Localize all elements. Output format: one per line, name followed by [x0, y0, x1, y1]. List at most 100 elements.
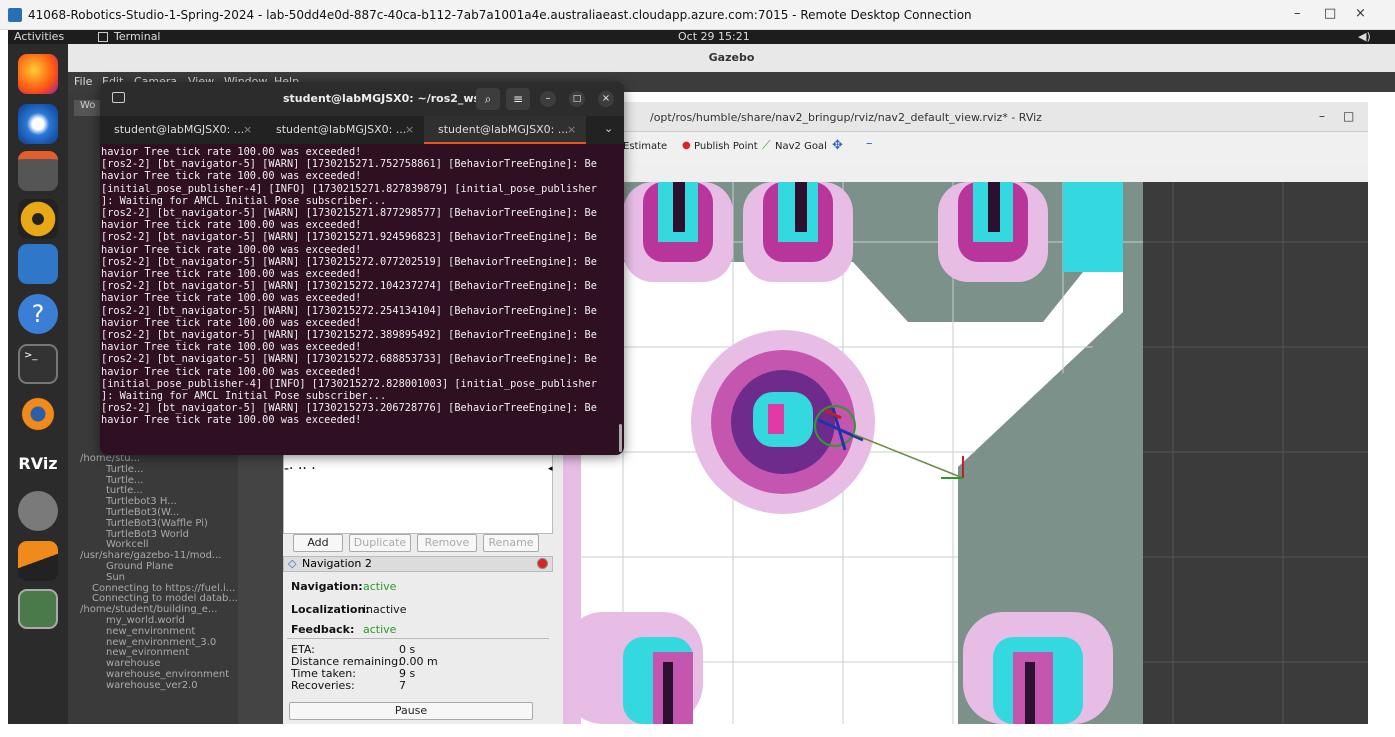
- terminal-icon: [98, 32, 108, 42]
- tree-item[interactable]: Turtle...: [76, 475, 238, 487]
- volume-icon[interactable]: ◀): [1358, 30, 1371, 43]
- terminal-line: [initial_pose_publisher-4] [INFO] [17302…: [101, 182, 597, 195]
- terminal-line: havior Tree tick rate 100.00 was exceede…: [101, 170, 362, 183]
- localization-label: Localization:: [291, 603, 370, 616]
- feedback-status: active: [363, 623, 397, 636]
- terminal-tab-3[interactable]: student@labMGJSX0: ... ×: [424, 116, 586, 144]
- terminal-line: havior Tree tick rate 100.00 was exceede…: [101, 268, 362, 281]
- nav2-goal-icon: ⟋: [762, 138, 771, 152]
- divider: [287, 638, 549, 639]
- rhythmbox-icon[interactable]: [18, 199, 58, 239]
- rviz-maximize-button[interactable]: □: [1343, 109, 1354, 123]
- localization-status: inactive: [363, 603, 407, 616]
- collapse-arrow-icon[interactable]: ◂: [548, 464, 553, 474]
- activities-button[interactable]: Activities: [14, 30, 64, 43]
- tree-item[interactable]: TurtleBot3(Waffle Pi): [76, 518, 238, 530]
- active-app-label[interactable]: Terminal: [114, 30, 161, 43]
- tree-item[interactable]: warehouse_ver2.0: [76, 680, 238, 692]
- map-pin-icon: ●: [682, 140, 691, 151]
- rdp-app-icon: [8, 7, 22, 22]
- dock: ? >_ RViz: [8, 44, 68, 724]
- files-icon[interactable]: [18, 151, 58, 191]
- terminal-line: [ros2-2] [bt_navigator-5] [WARN] [173021…: [101, 304, 597, 317]
- tab-close-icon[interactable]: ×: [567, 116, 576, 144]
- terminal-line: ]: Waiting for AMCL Initial Pose subscri…: [101, 390, 387, 403]
- zoom-icon[interactable]: –: [866, 136, 873, 151]
- displays-tree[interactable]: -· ·· ·: [283, 454, 553, 534]
- tab-close-icon[interactable]: ×: [405, 116, 414, 144]
- firefox-icon[interactable]: [18, 54, 58, 94]
- terminal-line: [ros2-2] [bt_navigator-5] [WARN] [173021…: [101, 353, 597, 366]
- tabs-dropdown-icon[interactable]: ⌄: [604, 122, 613, 135]
- clock[interactable]: Oct 29 15:21: [678, 30, 750, 43]
- rdp-title: 41068-Robotics-Studio-1-Spring-2024 - la…: [28, 7, 972, 22]
- terminal-tab-2[interactable]: student@labMGJSX0: ... ×: [262, 116, 424, 144]
- nav2-goal-tool[interactable]: Nav2 Goal: [775, 141, 827, 152]
- blender-icon[interactable]: [18, 394, 58, 434]
- tree-item[interactable]: TurtleBot3 World: [76, 529, 238, 541]
- model-tree: /home/stu... Turtle... Turtle... turtle... T…: [76, 453, 238, 692]
- minimize-button[interactable]: –: [1294, 6, 1301, 21]
- duplicate-button[interactable]: Duplicate: [349, 534, 411, 552]
- gazebo-dock-icon[interactable]: [18, 541, 58, 581]
- menu-file[interactable]: File: [74, 75, 92, 88]
- pause-button[interactable]: Pause: [289, 702, 533, 720]
- rviz-minimize-button[interactable]: –: [1319, 109, 1325, 123]
- navigation-label: Navigation:: [291, 580, 363, 593]
- tree-marks: -· ·· ·: [284, 461, 316, 477]
- terminal-output[interactable]: havior Tree tick rate 100.00 was exceede…: [100, 144, 618, 455]
- tree-item[interactable]: Sun: [76, 572, 238, 584]
- move-camera-icon[interactable]: ✥: [832, 138, 843, 153]
- terminal-title: student@labMGJSX0: ~/ros2_ws: [283, 92, 481, 105]
- close-button[interactable]: ×: [1355, 6, 1366, 21]
- terminal-minimize-button[interactable]: –: [540, 91, 556, 107]
- feedback-label: Feedback:: [291, 623, 355, 636]
- tab-close-icon[interactable]: ×: [243, 116, 252, 144]
- terminal-line: ]: Waiting for AMCL Initial Pose subscri…: [101, 194, 387, 207]
- nav2-panel-title: Navigation 2: [302, 557, 372, 570]
- terminal-scrollbar[interactable]: [619, 424, 622, 452]
- tree-item[interactable]: Ground Plane: [76, 561, 238, 573]
- maximize-button[interactable]: □: [1324, 6, 1336, 21]
- terminal-line: [initial_pose_publisher-4] [INFO] [17302…: [101, 377, 597, 390]
- tree-item[interactable]: Turtle...: [76, 464, 238, 476]
- terminal-close-button[interactable]: ×: [598, 91, 614, 107]
- publish-point-tool[interactable]: Publish Point: [694, 141, 758, 152]
- tab-label: student@labMGJSX0: ...: [114, 123, 245, 136]
- tree-item[interactable]: new_environment: [76, 626, 238, 638]
- costmap-canvas[interactable]: [563, 182, 1368, 724]
- remove-button[interactable]: Remove: [417, 534, 477, 552]
- rviz-title: /opt/ros/humble/share/nav2_bringup/rviz/…: [650, 111, 1042, 124]
- hamburger-menu-icon[interactable]: ≡: [506, 88, 530, 110]
- terminal-line: [ros2-2] [bt_navigator-5] [WARN] [173021…: [101, 207, 597, 220]
- search-icon[interactable]: ⌕: [476, 88, 500, 110]
- trash-icon[interactable]: [18, 589, 58, 629]
- rviz-3d-view[interactable]: [563, 182, 1368, 724]
- terminal-window: student@labMGJSX0: ~/ros2_ws ⌕ ≡ – □ × s…: [100, 82, 624, 455]
- terminal-line: havior Tree tick rate 100.00 was exceede…: [101, 243, 362, 256]
- terminal-line: havior Tree tick rate 100.00 was exceede…: [101, 316, 362, 329]
- help-icon[interactable]: ?: [18, 294, 58, 334]
- terminal-dock-icon[interactable]: >_: [18, 344, 58, 384]
- terminal-maximize-button[interactable]: □: [569, 91, 585, 107]
- writer-icon[interactable]: [18, 244, 58, 284]
- panel-close-icon[interactable]: [537, 558, 548, 569]
- terminal-tab-1[interactable]: student@labMGJSX0: ... ×: [100, 116, 262, 144]
- tree-item[interactable]: /home/stu...: [76, 453, 238, 465]
- terminal-line: [ros2-2] [bt_navigator-5] [WARN] [173021…: [101, 158, 597, 171]
- pose-estimate-tool[interactable]: Estimate: [623, 141, 667, 152]
- terminal-tabs: student@labMGJSX0: ... × student@labMGJSX…: [100, 116, 624, 144]
- rviz-dock-icon[interactable]: RViz: [18, 444, 58, 484]
- gazebo-title: Gazebo: [708, 51, 755, 64]
- rename-button[interactable]: Rename: [483, 534, 539, 552]
- terminal-line: havior Tree tick rate 100.00 was exceede…: [101, 219, 362, 232]
- new-tab-icon[interactable]: [112, 92, 125, 103]
- costmap-obstacle-center: [691, 330, 875, 514]
- terminal-line: [ros2-2] [bt_navigator-5] [WARN] [173021…: [101, 402, 597, 415]
- thunderbird-icon[interactable]: [18, 104, 58, 144]
- recoveries-value: 7: [399, 679, 406, 692]
- nav2-panel-header: ◇ Navigation 2: [283, 556, 553, 572]
- settings-icon[interactable]: [18, 491, 58, 531]
- nav2-panel-icon: ◇: [288, 557, 297, 570]
- add-button[interactable]: Add: [293, 534, 343, 552]
